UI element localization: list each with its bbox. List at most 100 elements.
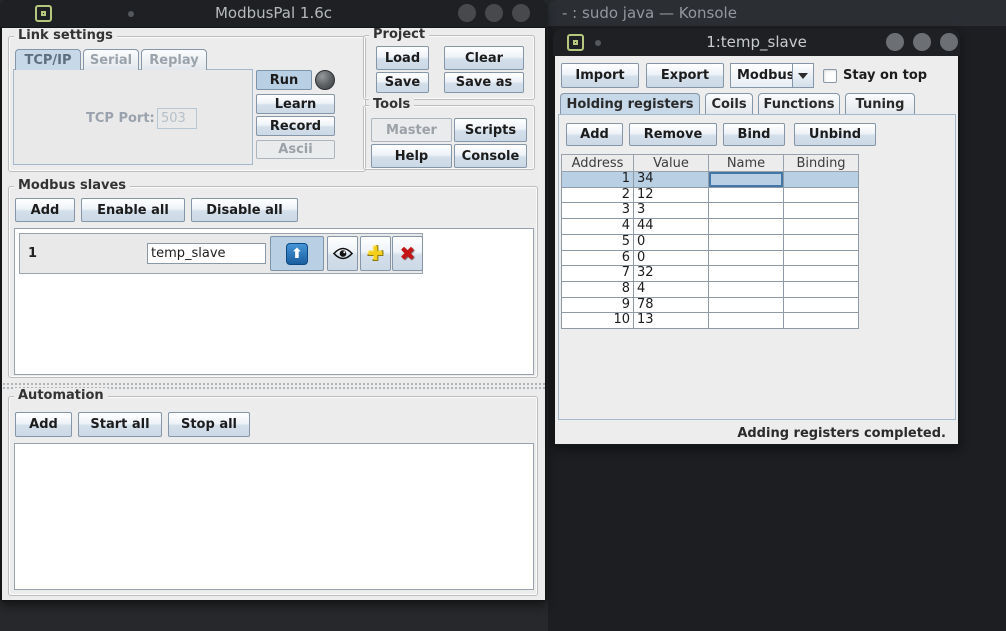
cell-binding[interactable] [784, 266, 859, 282]
export-button[interactable]: Export [646, 63, 724, 88]
table-row[interactable]: 50 [562, 234, 859, 250]
slave-view-button[interactable] [327, 236, 358, 271]
tab-replay[interactable]: Replay [141, 49, 207, 70]
register-add-button[interactable]: Add [566, 123, 623, 146]
cell-address[interactable]: 5 [562, 234, 634, 250]
tab-holding-registers[interactable]: Holding registers [560, 93, 700, 114]
cell-name[interactable] [709, 266, 784, 282]
table-row[interactable]: 134 [562, 172, 859, 188]
cell-value[interactable]: 3 [634, 203, 709, 219]
start-all-button[interactable]: Start all [78, 412, 162, 437]
cell-address[interactable]: 2 [562, 187, 634, 203]
slave-enabled-toggle[interactable]: ⬆ [270, 236, 324, 271]
help-button[interactable]: Help [371, 144, 452, 168]
column-header-binding[interactable]: Binding [784, 155, 859, 172]
cell-name[interactable] [709, 297, 784, 313]
clear-button[interactable]: Clear [444, 46, 524, 70]
table-row[interactable]: 84 [562, 281, 859, 297]
cell-binding[interactable] [784, 297, 859, 313]
tcp-port-input[interactable] [157, 108, 197, 129]
register-bind-button[interactable]: Bind [723, 123, 785, 146]
cell-address[interactable]: 8 [562, 281, 634, 297]
cell-name[interactable] [709, 203, 784, 219]
combo-arrow-button[interactable] [792, 63, 814, 88]
cell-binding[interactable] [784, 281, 859, 297]
cell-value[interactable]: 13 [634, 313, 709, 329]
cell-value[interactable]: 0 [634, 250, 709, 266]
cell-address[interactable]: 10 [562, 313, 634, 329]
slave-titlebar[interactable]: 1:temp_slave [553, 29, 960, 56]
cell-name[interactable] [709, 250, 784, 266]
cell-binding[interactable] [784, 187, 859, 203]
window-maximize-button[interactable] [913, 33, 931, 51]
master-button[interactable]: Master [371, 118, 452, 142]
cell-value[interactable]: 78 [634, 297, 709, 313]
window-maximize-button[interactable] [485, 4, 503, 22]
cell-name[interactable] [709, 313, 784, 329]
tab-coils[interactable]: Coils [705, 93, 753, 114]
register-unbind-button[interactable]: Unbind [794, 123, 876, 146]
cell-value[interactable]: 4 [634, 281, 709, 297]
cell-binding[interactable] [784, 250, 859, 266]
cell-address[interactable]: 7 [562, 266, 634, 282]
cell-name[interactable] [709, 219, 784, 235]
cell-name[interactable] [709, 281, 784, 297]
cell-binding[interactable] [784, 219, 859, 235]
cell-address[interactable]: 6 [562, 250, 634, 266]
cell-address[interactable]: 1 [562, 172, 634, 188]
cell-value[interactable]: 12 [634, 187, 709, 203]
window-close-button[interactable] [940, 33, 958, 51]
cell-name[interactable] [709, 172, 784, 188]
run-button[interactable]: Run [256, 70, 312, 90]
cell-binding[interactable] [784, 313, 859, 329]
cell-value[interactable]: 32 [634, 266, 709, 282]
window-minimize-button[interactable] [886, 33, 904, 51]
stay-on-top-checkbox[interactable] [823, 69, 837, 83]
learn-button[interactable]: Learn [256, 94, 335, 114]
tab-tcpip[interactable]: TCP/IP [15, 49, 81, 70]
tab-serial[interactable]: Serial [83, 49, 139, 70]
cell-binding[interactable] [784, 172, 859, 188]
slave-row[interactable]: 1 ⬆ ✚ [19, 233, 423, 274]
cell-value[interactable]: 0 [634, 234, 709, 250]
table-row[interactable]: 444 [562, 219, 859, 235]
column-header-value[interactable]: Value [634, 155, 709, 172]
table-row[interactable]: 978 [562, 297, 859, 313]
scripts-button[interactable]: Scripts [454, 118, 527, 142]
slave-duplicate-button[interactable]: ✚ [360, 236, 391, 271]
slave-add-button[interactable]: Add [15, 198, 75, 222]
column-header-name[interactable]: Name [709, 155, 784, 172]
cell-address[interactable]: 4 [562, 219, 634, 235]
protocol-select[interactable]: Modbus [730, 63, 814, 88]
ascii-button[interactable]: Ascii [256, 140, 335, 159]
tab-tuning[interactable]: Tuning [845, 93, 915, 114]
table-row[interactable]: 1013 [562, 313, 859, 329]
cell-address[interactable]: 9 [562, 297, 634, 313]
window-minimize-button[interactable] [458, 4, 476, 22]
cell-name[interactable] [709, 187, 784, 203]
konsole-titlebar[interactable]: - : sudo java — Konsole [548, 0, 1006, 26]
enable-all-button[interactable]: Enable all [81, 198, 185, 222]
cell-value[interactable]: 44 [634, 219, 709, 235]
cell-binding[interactable] [784, 203, 859, 219]
cell-address[interactable]: 3 [562, 203, 634, 219]
disable-all-button[interactable]: Disable all [191, 198, 298, 222]
tab-functions[interactable]: Functions [758, 93, 840, 114]
column-header-address[interactable]: Address [562, 155, 634, 172]
save-as-button[interactable]: Save as [444, 72, 524, 93]
slave-delete-button[interactable]: ✖ [392, 236, 423, 271]
record-button[interactable]: Record [256, 116, 335, 136]
window-close-button[interactable] [512, 4, 530, 22]
slave-name-input[interactable] [147, 243, 266, 264]
cell-value[interactable]: 34 [634, 172, 709, 188]
cell-name[interactable] [709, 234, 784, 250]
cell-binding[interactable] [784, 234, 859, 250]
register-remove-button[interactable]: Remove [629, 123, 717, 146]
table-row[interactable]: 33 [562, 203, 859, 219]
load-button[interactable]: Load [376, 46, 429, 70]
table-row[interactable]: 732 [562, 266, 859, 282]
modbuspal-titlebar[interactable]: ModbusPal 1.6c [0, 0, 547, 27]
console-button[interactable]: Console [454, 144, 527, 168]
save-button[interactable]: Save [376, 72, 429, 93]
table-row[interactable]: 60 [562, 250, 859, 266]
